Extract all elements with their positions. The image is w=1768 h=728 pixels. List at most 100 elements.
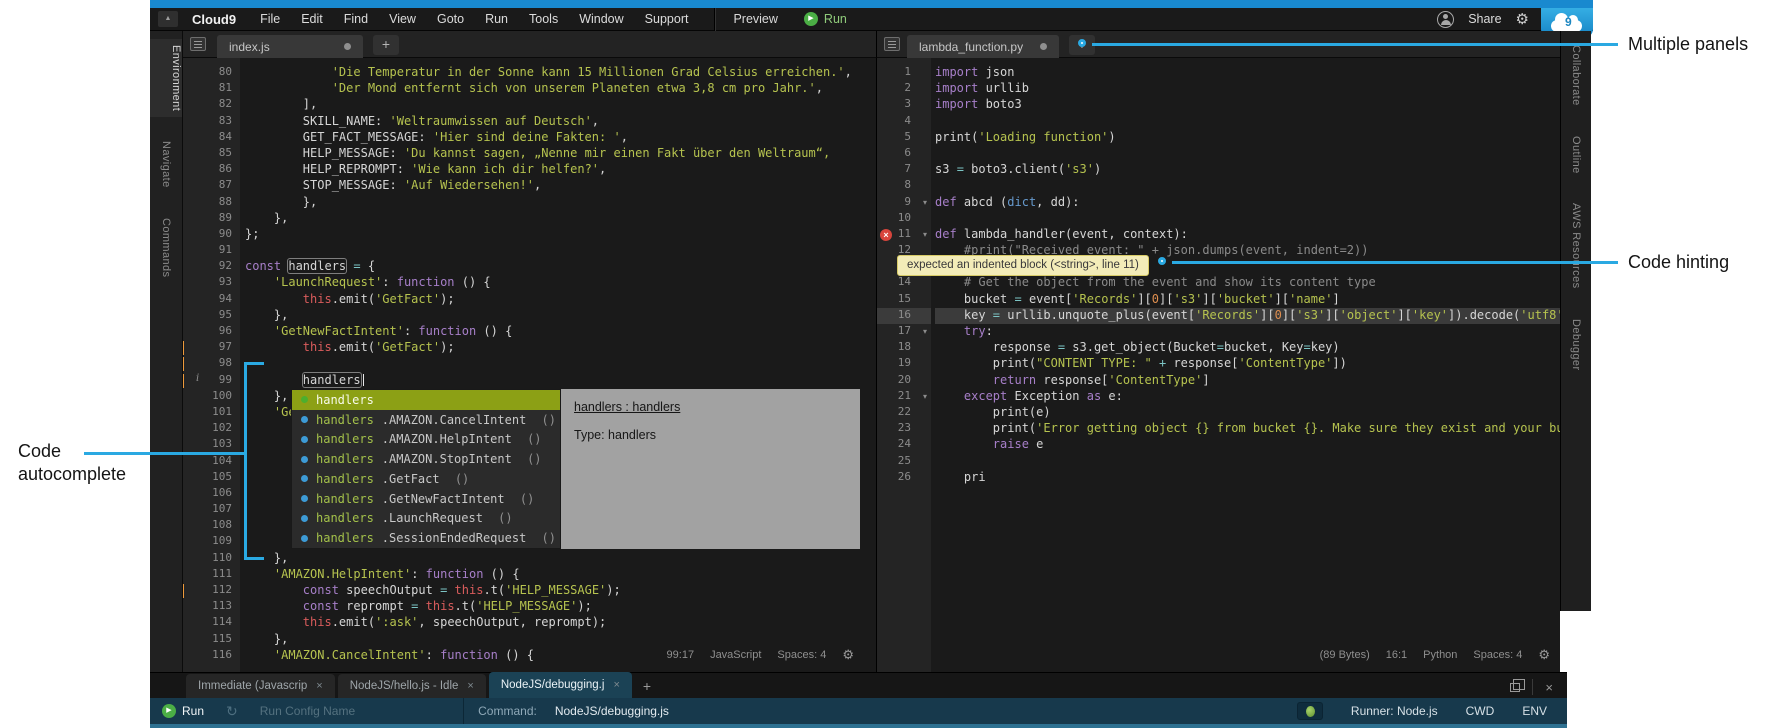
code-line-16[interactable]: key = urllib.unquote_plus(event['Records… xyxy=(935,308,1560,324)
gutter-line-15[interactable]: 15 xyxy=(877,292,931,308)
code-line-6[interactable] xyxy=(935,146,1560,162)
autocomplete-item-0[interactable]: handlers xyxy=(292,390,560,410)
gutter-line-92[interactable]: 92 xyxy=(183,259,240,275)
gutter-line-86[interactable]: 86 xyxy=(183,162,240,178)
gutter-line-90[interactable]: 90 xyxy=(183,227,240,243)
code-line-10[interactable] xyxy=(935,211,1560,227)
close-tab-icon[interactable]: × xyxy=(467,680,473,692)
autocomplete-item-4[interactable]: handlers.GetFact () xyxy=(292,469,560,489)
fold-arrow-icon[interactable]: ▾ xyxy=(923,195,927,211)
runner-selector[interactable]: Runner: Node.js xyxy=(1351,704,1438,718)
code-line-86[interactable]: HELP_REPROMPT: 'Wie kann ich dir helfen?… xyxy=(245,162,876,178)
gutter-line-25[interactable]: 25 xyxy=(877,454,931,470)
code-line-3[interactable]: import boto3 xyxy=(935,97,1560,113)
fold-arrow-icon[interactable]: ▾ xyxy=(923,389,927,405)
gutter-line-2[interactable]: 2 xyxy=(877,81,931,97)
gutter-line-112[interactable]: 112 xyxy=(183,583,240,599)
console-run-label[interactable]: Run xyxy=(182,704,204,718)
env-button[interactable]: ENV xyxy=(1522,704,1547,718)
gutter-line-17[interactable]: 17▾ xyxy=(877,324,931,340)
code-line-15[interactable]: bucket = event['Records'][0]['s3']['buck… xyxy=(935,292,1560,308)
gutter-line-80[interactable]: 80 xyxy=(183,65,240,81)
code-line-7[interactable]: s3 = boto3.client('s3') xyxy=(935,162,1560,178)
menu-preview[interactable]: Preview xyxy=(733,12,777,26)
menu-item-window[interactable]: Window xyxy=(579,12,623,26)
gutter-line-19[interactable]: 19 xyxy=(877,356,931,372)
menu-item-edit[interactable]: Edit xyxy=(301,12,323,26)
gutter-line-102[interactable]: 102 xyxy=(183,421,240,437)
code-line-91[interactable] xyxy=(245,243,876,259)
code-line-93[interactable]: 'LaunchRequest': function () { xyxy=(245,275,876,291)
cloud9-brand[interactable]: Cloud9 xyxy=(192,12,236,27)
fold-arrow-icon[interactable]: ▾ xyxy=(923,324,927,340)
gutter-line-16[interactable]: 16 xyxy=(877,308,931,324)
editor-settings-gear-icon[interactable]: ⚙ xyxy=(1538,647,1550,663)
editor-pane-index-js[interactable]: 80818283848586878889909192939495969798i9… xyxy=(183,58,876,672)
rail-item-commands[interactable]: Commands xyxy=(160,212,172,283)
code-line-85[interactable]: HELP_MESSAGE: 'Du kannst sagen, „Nenne m… xyxy=(245,146,876,162)
gutter-line-11[interactable]: ×11▾ xyxy=(877,227,931,243)
code-line-19[interactable]: print("CONTENT TYPE: " + response['Conte… xyxy=(935,356,1560,372)
menu-item-file[interactable]: File xyxy=(260,12,280,26)
autocomplete-item-5[interactable]: handlers.GetNewFactIntent () xyxy=(292,489,560,509)
right-editor-gutter[interactable]: 123456789▾10×11▾121314151617▾18192021▾22… xyxy=(877,58,931,672)
gutter-line-81[interactable]: 81 xyxy=(183,81,240,97)
code-line-115[interactable]: }, xyxy=(245,632,876,648)
code-line-84[interactable]: GET_FACT_MESSAGE: 'Hier sind deine Fakte… xyxy=(245,130,876,146)
menu-run-button[interactable]: ▶ Run xyxy=(804,12,847,26)
new-tab-button[interactable]: + xyxy=(373,35,399,55)
gutter-line-87[interactable]: 87 xyxy=(183,178,240,194)
gutter-line-20[interactable]: 20 xyxy=(877,373,931,389)
code-line-99[interactable]: handlers xyxy=(245,373,876,389)
command-value[interactable]: NodeJS/debugging.js xyxy=(555,704,669,718)
gutter-line-109[interactable]: 109 xyxy=(183,534,240,550)
code-line-9[interactable]: def abcd (dict, dd): xyxy=(935,195,1560,211)
right-editor-code[interactable]: import jsonimport urllibimport boto3prin… xyxy=(935,58,1560,672)
gutter-line-91[interactable]: 91 xyxy=(183,243,240,259)
code-line-113[interactable]: const reprompt = this.t('HELP_MESSAGE'); xyxy=(245,599,876,615)
cwd-button[interactable]: CWD xyxy=(1466,704,1495,718)
code-line-88[interactable]: }, xyxy=(245,195,876,211)
gutter-line-82[interactable]: 82 xyxy=(183,97,240,113)
code-line-95[interactable]: }, xyxy=(245,308,876,324)
code-line-21[interactable]: except Exception as e: xyxy=(935,389,1560,405)
gutter-line-89[interactable]: 89 xyxy=(183,211,240,227)
gutter-line-116[interactable]: 116 xyxy=(183,648,240,664)
gutter-line-10[interactable]: 10 xyxy=(877,211,931,227)
gutter-line-93[interactable]: 93 xyxy=(183,275,240,291)
rail-item-navigate[interactable]: Navigate xyxy=(160,135,172,194)
rail-item-aws-resources[interactable]: AWS Resources xyxy=(1570,197,1582,294)
code-line-14[interactable]: # Get the object from the event and show… xyxy=(935,275,1560,291)
fold-arrow-icon[interactable]: ▾ xyxy=(923,227,927,243)
menu-item-tools[interactable]: Tools xyxy=(529,12,558,26)
menu-item-support[interactable]: Support xyxy=(645,12,689,26)
gutter-line-111[interactable]: 111 xyxy=(183,567,240,583)
code-line-111[interactable]: 'AMAZON.HelpIntent': function () { xyxy=(245,567,876,583)
gutter-line-88[interactable]: 88 xyxy=(183,195,240,211)
gutter-line-3[interactable]: 3 xyxy=(877,97,931,113)
gutter-line-99[interactable]: i99 xyxy=(183,373,240,389)
close-tab-icon[interactable]: × xyxy=(316,680,322,692)
gutter-line-97[interactable]: 97 xyxy=(183,340,240,356)
share-button[interactable]: Share xyxy=(1468,12,1501,26)
gutter-line-18[interactable]: 18 xyxy=(877,340,931,356)
code-line-112[interactable]: const speechOutput = this.t('HELP_MESSAG… xyxy=(245,583,876,599)
new-console-tab-button[interactable]: + xyxy=(643,678,651,694)
gutter-line-83[interactable]: 83 xyxy=(183,114,240,130)
autocomplete-item-3[interactable]: handlers.AMAZON.StopIntent () xyxy=(292,449,560,469)
rail-item-environment[interactable]: Environment xyxy=(150,39,182,117)
code-line-5[interactable]: print('Loading function') xyxy=(935,130,1560,146)
rail-item-collaborate[interactable]: Collaborate xyxy=(1570,39,1582,112)
gutter-line-6[interactable]: 6 xyxy=(877,146,931,162)
gutter-line-8[interactable]: 8 xyxy=(877,178,931,194)
gutter-line-94[interactable]: 94 xyxy=(183,292,240,308)
gutter-line-104[interactable]: 104 xyxy=(183,454,240,470)
user-avatar-icon[interactable] xyxy=(1437,11,1454,28)
rail-item-debugger[interactable]: Debugger xyxy=(1570,313,1582,377)
code-line-80[interactable]: 'Die Temperatur in der Sonne kann 15 Mil… xyxy=(245,65,876,81)
console-tab-0[interactable]: Immediate (Javascrip× xyxy=(186,674,335,698)
debug-bug-icon[interactable] xyxy=(1297,702,1323,720)
console-run-play-icon[interactable]: ▶ xyxy=(162,704,176,718)
code-line-83[interactable]: SKILL_NAME: 'Weltraumwissen auf Deutsch'… xyxy=(245,114,876,130)
rail-item-outline[interactable]: Outline xyxy=(1570,130,1582,180)
